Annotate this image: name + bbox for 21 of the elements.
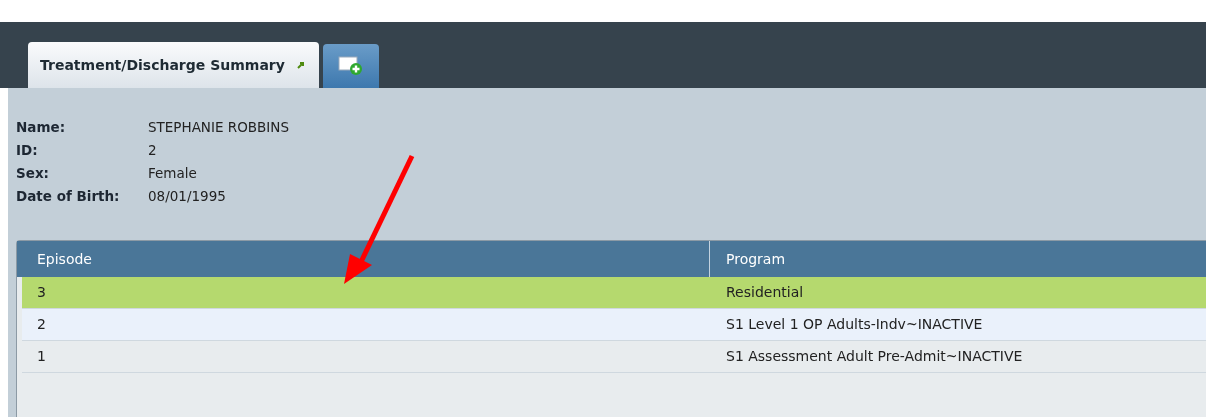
field-value: 2 <box>148 142 157 158</box>
table-row[interactable]: 3 Residential <box>22 277 1206 309</box>
table-cell-text: 3 <box>36 283 47 302</box>
field-value: STEPHANIE ROBBINS <box>148 119 289 135</box>
field-label: Date of Birth: <box>16 187 121 206</box>
table-cell-text: S1 Assessment Adult Pre-Admit~INACTIVE <box>725 347 1023 366</box>
new-tab-button[interactable] <box>322 44 379 88</box>
table-row[interactable]: 2 S1 Level 1 OP Adults-Indv~INACTIVE <box>22 309 1206 341</box>
field-value: 08/01/1995 <box>148 188 226 204</box>
table-cell-text: Residential <box>725 283 804 302</box>
field-value: Female <box>148 165 197 181</box>
column-header[interactable]: Program <box>710 248 786 270</box>
field-label: ID: <box>16 141 39 160</box>
pin-icon <box>296 61 305 69</box>
table-cell-text: 2 <box>36 315 47 334</box>
tab[interactable]: Treatment/Discharge Summary <box>28 42 319 88</box>
field-label: Sex: <box>16 164 50 183</box>
add-icon <box>337 56 364 76</box>
table-cell-text: S1 Level 1 OP Adults-Indv~INACTIVE <box>725 315 983 334</box>
field-label: Name: <box>16 118 67 137</box>
table-cell-text: 1 <box>36 347 47 366</box>
